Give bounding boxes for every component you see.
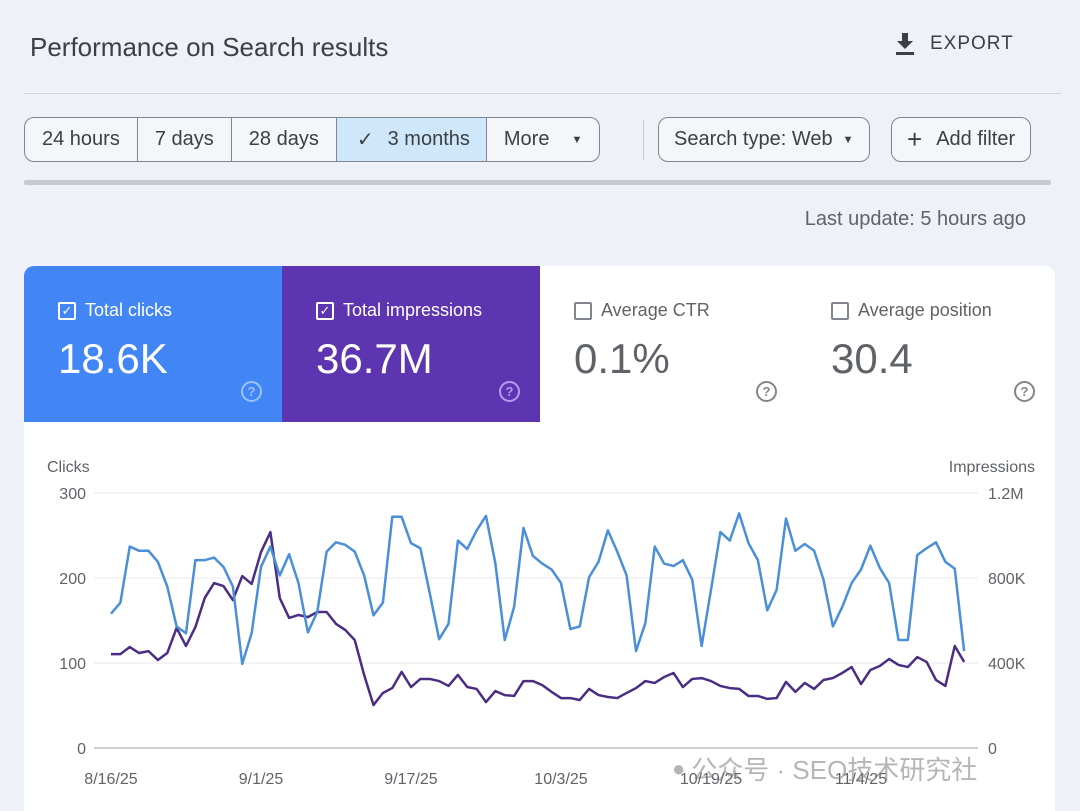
wechat-icon: ● bbox=[672, 755, 686, 781]
y-left-tick-label: 300 bbox=[59, 486, 86, 503]
y-right-tick-label: 1.2M bbox=[988, 486, 1024, 503]
watermark: ● 公众号 · SEO技术研究社 bbox=[672, 750, 977, 787]
x-tick-label: 9/17/25 bbox=[384, 771, 437, 788]
y-right-tick-label: 800K bbox=[988, 571, 1026, 588]
y-right-tick-label: 0 bbox=[988, 741, 997, 758]
x-tick-label: 10/3/25 bbox=[534, 771, 587, 788]
series-line-clicks bbox=[110, 512, 966, 666]
x-tick-label: 9/1/25 bbox=[239, 771, 284, 788]
y-left-tick-label: 200 bbox=[59, 571, 86, 588]
y-left-tick-label: 100 bbox=[59, 656, 86, 673]
y-left-tick-label: 0 bbox=[77, 741, 86, 758]
watermark-text: 公众号 · SEO技术研究社 bbox=[691, 755, 978, 785]
performance-chart: 300 200 100 0 1.2M 800K 400K 0 8/16/25 9/1/25 9/17… bbox=[59, 486, 1026, 788]
y-right-tick-label: 400K bbox=[988, 656, 1026, 673]
x-tick-label: 8/16/25 bbox=[84, 771, 137, 788]
